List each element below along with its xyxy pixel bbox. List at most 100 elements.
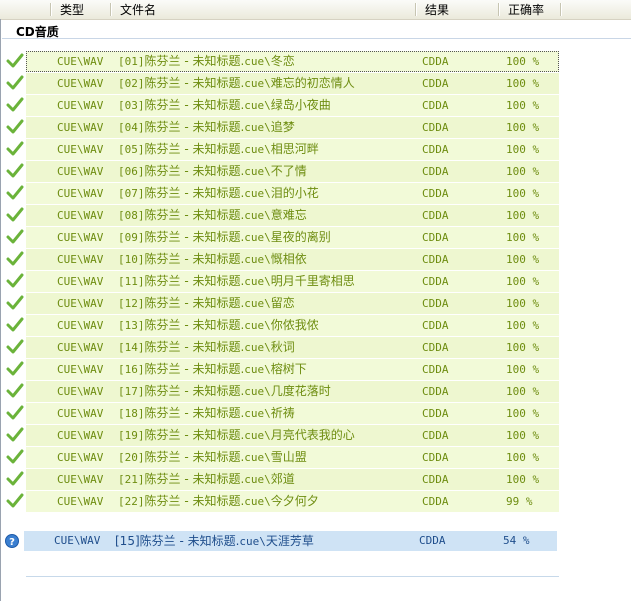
row-type: CUE\WAV <box>57 407 104 420</box>
check-icon <box>6 295 24 310</box>
row-result: CDDA <box>422 55 449 68</box>
check-icon <box>6 207 24 222</box>
table-row[interactable]: CUE\WAV [02]陈芬兰 - 未知标题.cue\难忘的初恋情人 CDDA 100… <box>26 73 559 94</box>
table-row[interactable]: CUE\WAV [08]陈芬兰 - 未知标题.cue\意难忘 CDDA 100 % <box>26 205 559 226</box>
table-row[interactable]: CUE\WAV [11]陈芬兰 - 未知标题.cue\明月千里寄相思 CDDA 100… <box>26 271 559 292</box>
row-accuracy: 100 % <box>506 451 540 464</box>
row-accuracy: 100 % <box>506 275 540 288</box>
column-accuracy[interactable]: 正确率 <box>508 0 544 19</box>
row-type: CUE\WAV <box>57 77 104 90</box>
group-divider <box>2 38 631 39</box>
check-icon <box>6 163 24 178</box>
question-icon: ? <box>5 534 19 548</box>
row-type: CUE\WAV <box>57 429 104 442</box>
header-separator[interactable] <box>498 3 499 16</box>
table-row[interactable]: CUE\WAV [22]陈芬兰 - 未知标题.cue\今夕何夕 CDDA 99 % <box>26 491 559 512</box>
check-icon <box>6 449 24 464</box>
check-icon <box>6 493 24 508</box>
table-row[interactable]: CUE\WAV [16]陈芬兰 - 未知标题.cue\榕树下 CDDA 100 % <box>26 359 559 380</box>
table-row[interactable]: CUE\WAV [06]陈芬兰 - 未知标题.cue\不了情 CDDA 100 % <box>26 161 559 182</box>
check-icon <box>6 471 24 486</box>
list-divider <box>26 576 559 577</box>
table-row[interactable]: CUE\WAV [09]陈芬兰 - 未知标题.cue\星夜的离别 CDDA 100 % <box>26 227 559 248</box>
row-result: CDDA <box>422 143 449 156</box>
table-row[interactable]: CUE\WAV [07]陈芬兰 - 未知标题.cue\泪的小花 CDDA 100 % <box>26 183 559 204</box>
pending-row[interactable]: CUE\WAV [15]陈芬兰 - 未知标题.cue\天涯芳草 CDDA 54 … <box>24 531 557 551</box>
row-type: CUE\WAV <box>57 473 104 486</box>
row-filename: [07]陈芬兰 - 未知标题.cue\泪的小花 <box>118 186 319 200</box>
row-type: CUE\WAV <box>57 495 104 508</box>
row-accuracy: 100 % <box>506 341 540 354</box>
column-result[interactable]: 结果 <box>425 0 449 19</box>
row-accuracy: 54 % <box>503 534 530 547</box>
table-row[interactable]: CUE\WAV [01]陈芬兰 - 未知标题.cue\冬恋 CDDA 100 % <box>26 51 559 72</box>
row-accuracy: 100 % <box>506 209 540 222</box>
row-result: CDDA <box>422 165 449 178</box>
check-icon <box>6 185 24 200</box>
row-filename: [08]陈芬兰 - 未知标题.cue\意难忘 <box>118 208 307 222</box>
table-row[interactable]: CUE\WAV [20]陈芬兰 - 未知标题.cue\雪山盟 CDDA 100 % <box>26 447 559 468</box>
table-row[interactable]: CUE\WAV [18]陈芬兰 - 未知标题.cue\祈祷 CDDA 100 % <box>26 403 559 424</box>
row-accuracy: 100 % <box>506 231 540 244</box>
row-type: CUE\WAV <box>57 253 104 266</box>
table-row[interactable]: CUE\WAV [14]陈芬兰 - 未知标题.cue\秋词 CDDA 100 % <box>26 337 559 358</box>
table-row[interactable]: CUE\WAV [04]陈芬兰 - 未知标题.cue\追梦 CDDA 100 % <box>26 117 559 138</box>
check-icon <box>6 405 24 420</box>
row-accuracy: 100 % <box>506 143 540 156</box>
row-result: CDDA <box>422 99 449 112</box>
row-result: CDDA <box>422 341 449 354</box>
check-icon <box>6 229 24 244</box>
table-row[interactable]: CUE\WAV [19]陈芬兰 - 未知标题.cue\月亮代表我的心 CDDA 100… <box>26 425 559 446</box>
column-filename[interactable]: 文件名 <box>120 0 156 19</box>
row-filename: [04]陈芬兰 - 未知标题.cue\追梦 <box>118 120 295 134</box>
row-filename: [17]陈芬兰 - 未知标题.cue\几度花落时 <box>118 384 331 398</box>
row-accuracy: 100 % <box>506 319 540 332</box>
header-separator[interactable] <box>560 3 561 16</box>
row-filename: [19]陈芬兰 - 未知标题.cue\月亮代表我的心 <box>118 428 355 442</box>
table-row[interactable]: CUE\WAV [17]陈芬兰 - 未知标题.cue\几度花落时 CDDA 100 % <box>26 381 559 402</box>
row-filename: [18]陈芬兰 - 未知标题.cue\祈祷 <box>118 406 295 420</box>
row-type: CUE\WAV <box>57 143 104 156</box>
table-row[interactable]: CUE\WAV [12]陈芬兰 - 未知标题.cue\留恋 CDDA 100 % <box>26 293 559 314</box>
header-separator[interactable] <box>50 3 51 16</box>
row-filename: [05]陈芬兰 - 未知标题.cue\相思河畔 <box>118 142 319 156</box>
table-row[interactable]: CUE\WAV [03]陈芬兰 - 未知标题.cue\绿岛小夜曲 CDDA 100 % <box>26 95 559 116</box>
table-row[interactable]: CUE\WAV [13]陈芬兰 - 未知标题.cue\你侬我侬 CDDA 100 % <box>26 315 559 336</box>
row-filename: [01]陈芬兰 - 未知标题.cue\冬恋 <box>118 54 295 68</box>
check-icon <box>6 273 24 288</box>
column-type[interactable]: 类型 <box>60 0 84 19</box>
row-filename: [22]陈芬兰 - 未知标题.cue\今夕何夕 <box>118 494 319 508</box>
row-accuracy: 100 % <box>506 99 540 112</box>
row-filename: [09]陈芬兰 - 未知标题.cue\星夜的离别 <box>118 230 331 244</box>
row-result: CDDA <box>419 534 446 547</box>
row-result: CDDA <box>422 121 449 134</box>
row-accuracy: 100 % <box>506 429 540 442</box>
row-filename: [14]陈芬兰 - 未知标题.cue\秋词 <box>118 340 295 354</box>
row-accuracy: 100 % <box>506 407 540 420</box>
list-border <box>0 19 1 601</box>
row-type: CUE\WAV <box>57 99 104 112</box>
row-type: CUE\WAV <box>57 363 104 376</box>
row-filename: [02]陈芬兰 - 未知标题.cue\难忘的初恋情人 <box>118 76 355 90</box>
header-separator[interactable] <box>415 3 416 16</box>
row-type: CUE\WAV <box>57 275 104 288</box>
check-icon <box>6 75 24 90</box>
table-row[interactable]: CUE\WAV [05]陈芬兰 - 未知标题.cue\相思河畔 CDDA 100 % <box>26 139 559 160</box>
row-result: CDDA <box>422 363 449 376</box>
row-result: CDDA <box>422 495 449 508</box>
row-result: CDDA <box>422 231 449 244</box>
check-icon <box>6 251 24 266</box>
row-type: CUE\WAV <box>57 231 104 244</box>
table-row[interactable]: CUE\WAV [10]陈芬兰 - 未知标题.cue\慨相依 CDDA 100 % <box>26 249 559 270</box>
row-type: CUE\WAV <box>57 187 104 200</box>
row-filename: [15]陈芬兰 - 未知标题.cue\天涯芳草 <box>115 534 314 548</box>
row-type: CUE\WAV <box>57 55 104 68</box>
table-row[interactable]: CUE\WAV [21]陈芬兰 - 未知标题.cue\郊道 CDDA 100 % <box>26 469 559 490</box>
row-result: CDDA <box>422 297 449 310</box>
row-accuracy: 100 % <box>506 165 540 178</box>
row-accuracy: 100 % <box>506 55 540 68</box>
check-icon <box>6 339 24 354</box>
row-accuracy: 100 % <box>506 473 540 486</box>
header-separator[interactable] <box>110 3 111 16</box>
row-accuracy: 100 % <box>506 121 540 134</box>
